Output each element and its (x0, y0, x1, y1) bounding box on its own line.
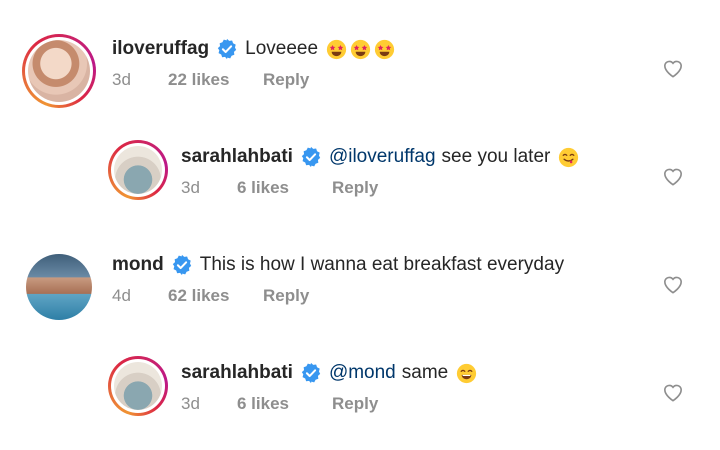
likes-count[interactable]: 22 likes (168, 70, 263, 90)
heart-outline-icon[interactable] (662, 166, 684, 186)
likes-count[interactable]: 6 likes (237, 394, 332, 414)
grinning-squinting-emoji (457, 363, 477, 383)
reply-button[interactable]: Reply (263, 70, 309, 90)
comment-line: iloveruffag Loveeee (112, 38, 395, 60)
username[interactable]: sarahlahbati (181, 362, 293, 384)
username[interactable]: iloveruffag (112, 38, 209, 60)
avatar[interactable] (108, 140, 168, 200)
comment-line: sarahlahbati @mond same (181, 362, 477, 384)
verified-badge-icon (301, 146, 321, 168)
comment-text: Loveeee (245, 38, 319, 59)
reply-button[interactable]: Reply (332, 178, 378, 198)
comment-line: mond This is how I wanna eat breakfast e… (112, 254, 564, 276)
comment-item: mond This is how I wanna eat breakfast e… (0, 226, 720, 334)
comment-meta: 4d 62 likes Reply (112, 286, 309, 306)
comment-text: see you later (441, 146, 551, 167)
comment-text: same (401, 362, 449, 383)
timestamp: 3d (112, 70, 131, 89)
star-struck-emoji (374, 39, 395, 59)
likes-count[interactable]: 62 likes (168, 286, 263, 306)
username[interactable]: mond (112, 254, 164, 276)
heart-outline-icon[interactable] (662, 58, 684, 78)
verified-badge-icon (172, 254, 191, 276)
comment-text: This is how I wanna eat breakfast everyd… (199, 254, 565, 275)
star-struck-emoji (326, 39, 347, 59)
comment-item: sarahlahbati @iloveruffag see you later … (0, 118, 720, 226)
star-struck-emoji (350, 39, 371, 59)
mention-link[interactable]: @mond (329, 362, 396, 384)
timestamp: 4d (112, 286, 131, 305)
avatar[interactable] (108, 356, 168, 416)
comment-item: iloveruffag Loveeee 3d 22 likes Reply (0, 10, 720, 118)
timestamp: 3d (181, 178, 200, 197)
reply-button[interactable]: Reply (332, 394, 378, 414)
avatar[interactable] (22, 34, 96, 108)
verified-badge-icon (217, 38, 237, 60)
likes-count[interactable]: 6 likes (237, 178, 332, 198)
username[interactable]: sarahlahbati (181, 146, 293, 168)
comment-meta: 3d 6 likes Reply (181, 178, 378, 198)
comment-line: sarahlahbati @iloveruffag see you later (181, 146, 579, 168)
mention-link[interactable]: @iloveruffag (329, 146, 436, 168)
comment-item: sarahlahbati @mond same 3d 6 likes Reply (0, 334, 720, 442)
reply-button[interactable]: Reply (263, 286, 309, 306)
comment-meta: 3d 6 likes Reply (181, 394, 378, 414)
comment-meta: 3d 22 likes Reply (112, 70, 309, 90)
heart-outline-icon[interactable] (662, 274, 684, 294)
verified-badge-icon (301, 362, 321, 384)
avatar[interactable] (26, 254, 92, 320)
face-savoring-food-emoji (559, 147, 579, 167)
timestamp: 3d (181, 394, 200, 413)
heart-outline-icon[interactable] (662, 382, 684, 402)
